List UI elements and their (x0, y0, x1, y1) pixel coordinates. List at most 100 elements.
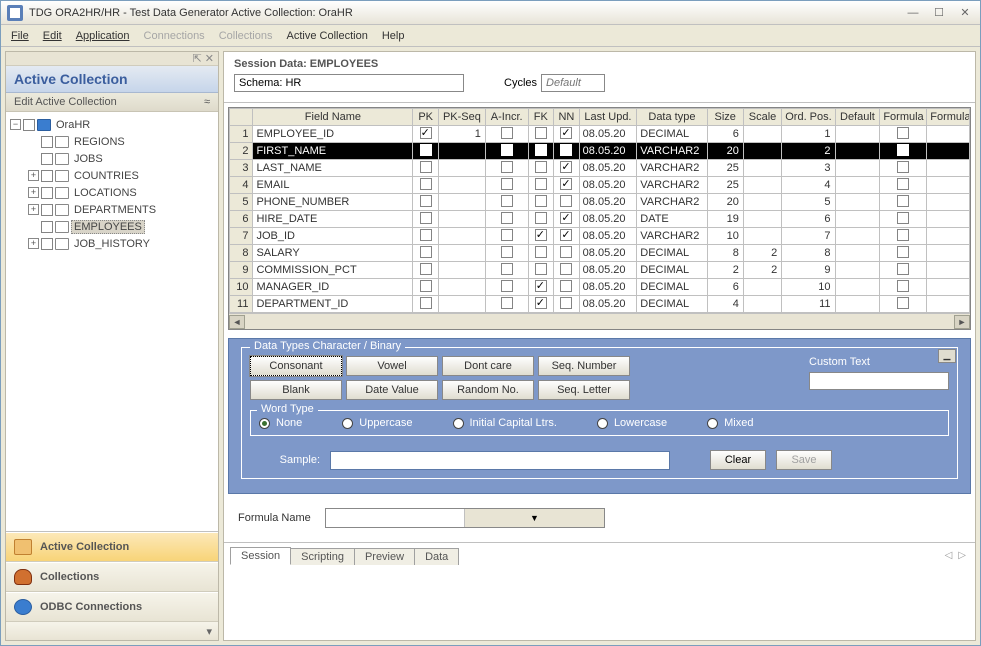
radio-initial[interactable]: Initial Capital Ltrs. (453, 417, 557, 429)
seqnumber-button[interactable]: Seq. Number (538, 356, 630, 376)
radio-none[interactable]: None (259, 417, 302, 429)
checkbox[interactable] (897, 144, 909, 156)
col-header[interactable]: Scale (743, 109, 781, 126)
checkbox[interactable] (420, 229, 432, 241)
checkbox[interactable] (535, 212, 547, 224)
checkbox[interactable] (41, 187, 53, 199)
tab-session[interactable]: Session (230, 547, 291, 565)
expander-icon[interactable]: + (28, 187, 39, 198)
table-row[interactable]: 4EMAIL 08.05.20VARCHAR225 4 (230, 177, 970, 194)
tree-item-departments[interactable]: +DEPARTMENTS (26, 201, 216, 218)
blank-button[interactable]: Blank (250, 380, 342, 400)
checkbox[interactable] (501, 229, 513, 241)
col-header[interactable]: FK (528, 109, 554, 126)
checkbox[interactable] (41, 238, 53, 250)
checkbox[interactable] (560, 229, 572, 241)
nav-active-collection[interactable]: Active Collection (6, 532, 218, 562)
table-row[interactable]: 11DEPARTMENT_ID 08.05.20DECIMAL4 11 (230, 296, 970, 313)
nav-collections[interactable]: Collections (6, 562, 218, 592)
checkbox[interactable] (560, 161, 572, 173)
radio-lowercase[interactable]: Lowercase (597, 417, 667, 429)
checkbox[interactable] (501, 178, 513, 190)
col-header[interactable]: PK-Seq (438, 109, 485, 126)
checkbox[interactable] (897, 161, 909, 173)
checkbox[interactable] (560, 144, 572, 156)
checkbox[interactable] (420, 263, 432, 275)
checkbox[interactable] (41, 170, 53, 182)
clear-button[interactable]: Clear (710, 450, 766, 470)
checkbox[interactable] (560, 280, 572, 292)
checkbox[interactable] (535, 127, 547, 139)
tab-scripting[interactable]: Scripting (290, 548, 355, 565)
tab-nav-right[interactable]: ▷ (955, 550, 969, 561)
checkbox[interactable] (897, 127, 909, 139)
tab-nav-left[interactable]: ◁ (942, 550, 956, 561)
checkbox[interactable] (420, 178, 432, 190)
checkbox[interactable] (501, 195, 513, 207)
tree-root[interactable]: − OraHR (8, 116, 216, 133)
menu-connections[interactable]: Connections (144, 30, 205, 42)
save-button[interactable]: Save (776, 450, 832, 470)
checkbox[interactable] (501, 246, 513, 258)
checkbox[interactable] (897, 263, 909, 275)
radio-mixed[interactable]: Mixed (707, 417, 753, 429)
chevron-down-icon[interactable]: ▾ (206, 625, 212, 638)
checkbox[interactable] (897, 195, 909, 207)
checkbox[interactable] (535, 246, 547, 258)
checkbox[interactable] (501, 263, 513, 275)
col-header[interactable]: Formula (880, 109, 927, 126)
checkbox[interactable] (501, 161, 513, 173)
checkbox[interactable] (535, 161, 547, 173)
checkbox[interactable] (535, 280, 547, 292)
checkbox[interactable] (501, 212, 513, 224)
datevalue-button[interactable]: Date Value (346, 380, 438, 400)
table-row[interactable]: 5PHONE_NUMBER 08.05.20VARCHAR220 5 (230, 194, 970, 211)
menu-edit[interactable]: Edit (43, 30, 62, 42)
col-header[interactable]: Field Name (253, 109, 413, 126)
checkbox[interactable] (501, 280, 513, 292)
checkbox[interactable] (41, 136, 53, 148)
table-row[interactable]: 9COMMISSION_PCT 08.05.20DECIMAL22 9 (230, 262, 970, 279)
table-row[interactable]: 6HIRE_DATE 08.05.20DATE19 6 (230, 211, 970, 228)
checkbox[interactable] (41, 221, 53, 233)
nav-odbc[interactable]: ODBC Connections (6, 592, 218, 622)
checkbox[interactable] (535, 195, 547, 207)
tree-item-jobs[interactable]: +JOBS (26, 150, 216, 167)
checkbox[interactable] (501, 127, 513, 139)
expander-icon[interactable]: − (10, 119, 21, 130)
checkbox[interactable] (535, 144, 547, 156)
checkbox[interactable] (897, 297, 909, 309)
tab-preview[interactable]: Preview (354, 548, 415, 565)
menu-help[interactable]: Help (382, 30, 405, 42)
grid-hscroll[interactable]: ◄ ► (229, 313, 970, 329)
col-header[interactable]: NN (554, 109, 580, 126)
col-header[interactable]: PK (413, 109, 439, 126)
checkbox[interactable] (897, 280, 909, 292)
checkbox[interactable] (420, 144, 432, 156)
custom-text-input[interactable] (809, 372, 949, 390)
checkbox[interactable] (560, 246, 572, 258)
checkbox[interactable] (420, 297, 432, 309)
table-row[interactable]: 3LAST_NAME 08.05.20VARCHAR225 3 (230, 160, 970, 177)
seqletter-button[interactable]: Seq. Letter (538, 380, 630, 400)
checkbox[interactable] (23, 119, 35, 131)
tree-item-job_history[interactable]: +JOB_HISTORY (26, 235, 216, 252)
formula-combo[interactable]: ▼ (325, 508, 605, 528)
col-header[interactable]: Last Upd. (579, 109, 637, 126)
fields-grid[interactable]: Field NamePKPK-SeqA-Incr.FKNNLast Upd.Da… (228, 107, 971, 330)
col-header[interactable] (230, 109, 253, 126)
sample-input[interactable] (330, 451, 670, 470)
sidebar-subtitle[interactable]: Edit Active Collection ≈ (6, 93, 218, 112)
menu-application[interactable]: Application (76, 30, 130, 42)
maximize-button[interactable]: ☐ (930, 6, 948, 20)
checkbox[interactable] (897, 229, 909, 241)
checkbox[interactable] (420, 246, 432, 258)
col-header[interactable]: Size (707, 109, 743, 126)
vowel-button[interactable]: Vowel (346, 356, 438, 376)
cycles-input[interactable] (541, 74, 605, 92)
expander-icon[interactable]: + (28, 204, 39, 215)
table-row[interactable]: 7JOB_ID 08.05.20VARCHAR210 7 (230, 228, 970, 245)
table-row[interactable]: 8SALARY 08.05.20DECIMAL82 8 (230, 245, 970, 262)
checkbox[interactable] (501, 144, 513, 156)
col-header[interactable]: Ord. Pos. (782, 109, 835, 126)
